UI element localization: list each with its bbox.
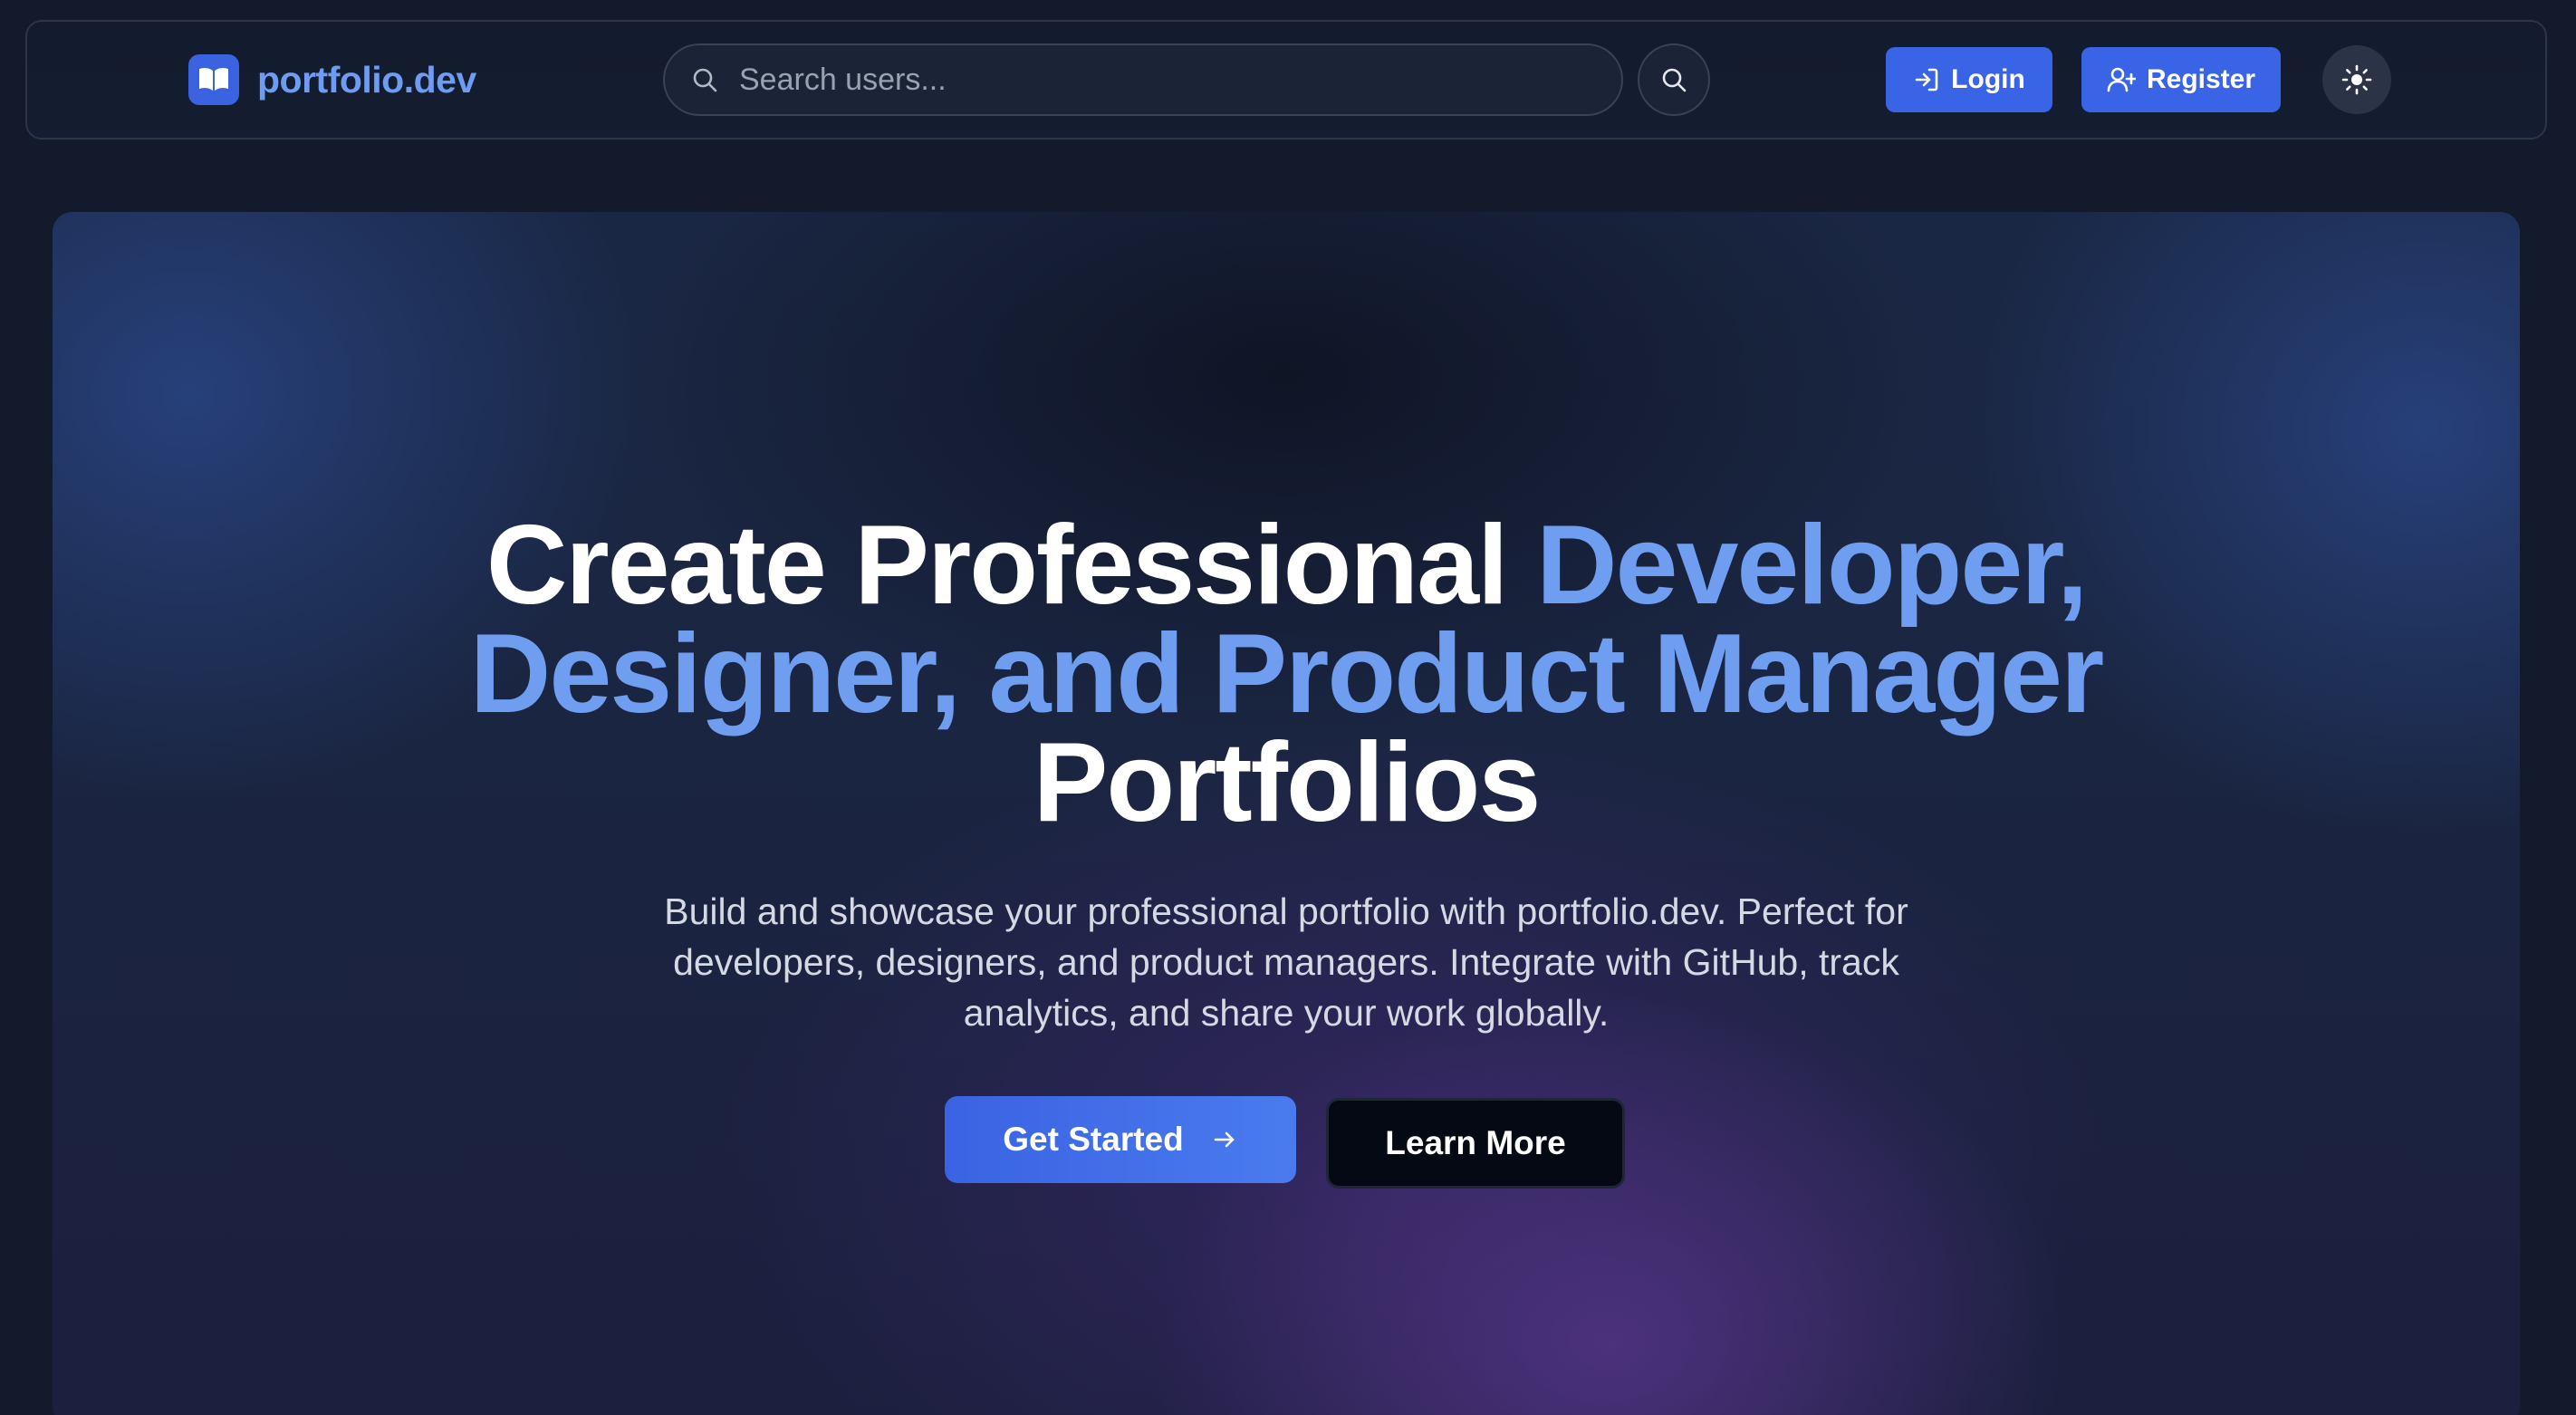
- log-in-icon: [1913, 66, 1940, 93]
- sun-icon: [2341, 64, 2372, 95]
- arrow-right-icon: [1211, 1126, 1238, 1153]
- search-box: [663, 43, 1623, 116]
- user-plus-icon: [2107, 66, 2136, 93]
- register-label: Register: [2146, 64, 2256, 94]
- headline-part-blue: Developer,: [1535, 503, 2088, 628]
- subtitle-line: Build and showcase your professional por…: [664, 890, 1908, 932]
- search-button[interactable]: [1638, 43, 1710, 116]
- headline-part-white: Create Professional: [485, 503, 1536, 628]
- hero-subtitle: Build and showcase your professional por…: [53, 886, 2520, 1038]
- register-button[interactable]: Register: [2081, 47, 2281, 112]
- search-input[interactable]: [739, 62, 1554, 98]
- theme-toggle-button[interactable]: [2322, 45, 2391, 114]
- headline-part-white: Portfolios: [1033, 720, 1542, 845]
- login-button[interactable]: Login: [1886, 47, 2052, 112]
- search-icon: [690, 65, 719, 94]
- subtitle-line: analytics, and share your work globally.: [963, 992, 1610, 1034]
- navbar: portfolio.dev Login: [25, 20, 2547, 140]
- get-started-button[interactable]: Get Started: [945, 1096, 1296, 1183]
- brand-name: portfolio.dev: [257, 58, 476, 101]
- get-started-label: Get Started: [1003, 1121, 1184, 1158]
- hero-section: Create Professional Developer, Designer,…: [53, 212, 2520, 1415]
- brand-link[interactable]: portfolio.dev: [188, 54, 476, 105]
- subtitle-line: developers, designers, and product manag…: [673, 941, 1899, 983]
- learn-more-label: Learn More: [1385, 1124, 1566, 1161]
- search-icon: [1659, 65, 1688, 94]
- login-label: Login: [1951, 64, 2025, 94]
- hero-headline: Create Professional Developer, Designer,…: [53, 509, 2520, 839]
- headline-part-blue: Designer, and Product Manager: [469, 611, 2104, 736]
- open-book-icon: [188, 54, 239, 105]
- learn-more-button[interactable]: Learn More: [1326, 1098, 1625, 1189]
